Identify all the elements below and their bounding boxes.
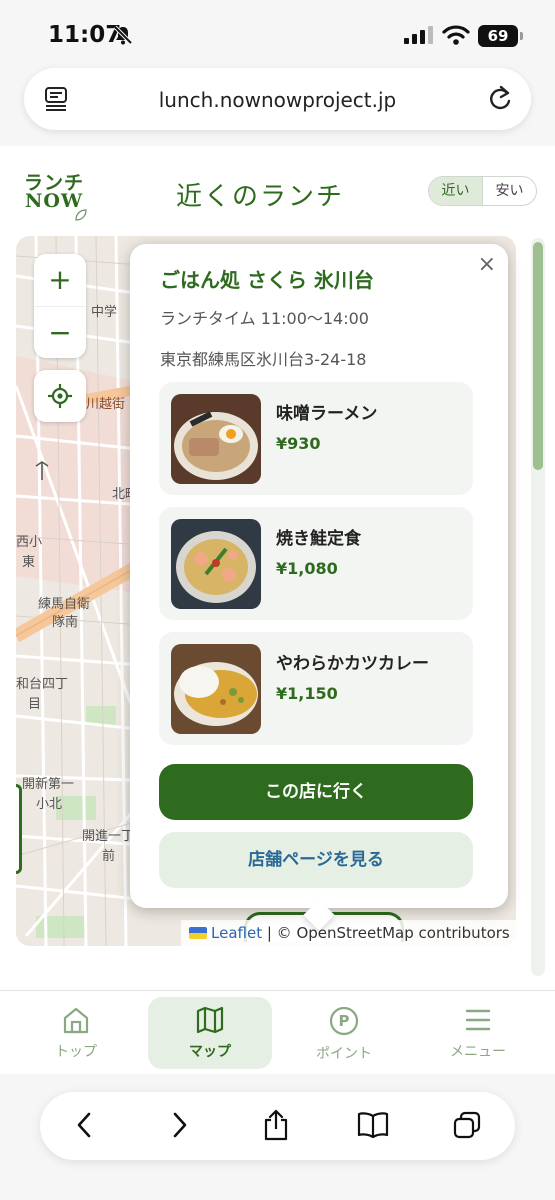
- menu-icon: [465, 1009, 491, 1031]
- shop-popup: × ごはん処 さくら 氷川台 ランチタイム 11:00〜14:00 東京都練馬区…: [130, 244, 508, 931]
- curry-photo: [171, 644, 261, 734]
- browser-toolbar: [0, 1074, 555, 1200]
- dish-price: ¥930: [276, 434, 321, 453]
- sort-near-option[interactable]: 近い: [429, 177, 482, 205]
- tabs-icon[interactable]: [452, 1110, 482, 1140]
- back-icon[interactable]: [74, 1110, 94, 1140]
- map-attribution: Leaflet | © OpenStreetMap contributors: [181, 920, 516, 946]
- osm-attribution[interactable]: | © OpenStreetMap contributors: [267, 924, 510, 942]
- zoom-out-button[interactable]: −: [34, 306, 86, 358]
- menu-item[interactable]: 焼き鮭定食 ¥1,080: [159, 507, 473, 620]
- bookmarks-icon[interactable]: [356, 1110, 390, 1140]
- page-scrollbar[interactable]: [531, 238, 545, 976]
- sort-toggle: 近い 安い: [428, 176, 537, 206]
- nav-label: メニュー: [450, 1044, 506, 1060]
- dish-price: ¥1,150: [276, 684, 338, 703]
- menu-item[interactable]: やわらかカツカレー ¥1,150: [159, 632, 473, 745]
- nav-points[interactable]: P ポイント: [282, 997, 406, 1069]
- status-time: 11:07: [48, 22, 122, 48]
- pasta-photo: [171, 519, 261, 609]
- map-label: 開進一丁: [82, 829, 134, 844]
- bottom-nav: トップ マップ P ポイント メニュー: [0, 990, 555, 1074]
- reload-icon[interactable]: [487, 85, 513, 113]
- nav-top[interactable]: トップ: [14, 997, 138, 1069]
- map-label: 中学: [91, 304, 117, 320]
- map-label: 目: [28, 697, 41, 712]
- ukraine-flag-icon: [189, 927, 207, 939]
- menu-item[interactable]: 味噌ラーメン ¥930: [159, 382, 473, 495]
- forward-icon[interactable]: [170, 1110, 190, 1140]
- map-icon: [196, 1006, 224, 1034]
- wifi-icon: [442, 25, 470, 45]
- shop-name: ごはん処 さくら 氷川台: [160, 268, 374, 292]
- nav-menu[interactable]: メニュー: [416, 997, 540, 1069]
- nav-label: トップ: [55, 1044, 97, 1060]
- scrollbar-thumb[interactable]: [533, 242, 543, 470]
- dish-name: 味噌ラーメン: [276, 404, 378, 424]
- dish-price: ¥1,080: [276, 559, 338, 578]
- leaflet-link[interactable]: Leaflet: [211, 924, 262, 942]
- map-label: 練馬自衛: [38, 597, 90, 612]
- address-bar[interactable]: lunch.nownowproject.jp: [24, 68, 531, 130]
- svg-text:P: P: [339, 1012, 350, 1030]
- share-icon[interactable]: [262, 1108, 290, 1142]
- map-label: 和台四丁: [16, 677, 68, 692]
- nav-label: ポイント: [316, 1046, 372, 1062]
- map-label: 小北: [36, 797, 62, 812]
- shop-hours: ランチタイム 11:00〜14:00: [160, 309, 369, 328]
- sort-cheap-option[interactable]: 安い: [482, 177, 536, 205]
- crosshair-icon: [48, 384, 72, 408]
- nav-map[interactable]: マップ: [148, 997, 272, 1069]
- toolbar-pill: [40, 1092, 515, 1160]
- go-to-shop-button[interactable]: この店に行く: [159, 764, 473, 820]
- status-bar: 11:07 69: [0, 0, 555, 66]
- battery-indicator: 69: [478, 25, 523, 47]
- dish-name: やわらかカツカレー: [276, 654, 429, 674]
- points-icon: P: [329, 1006, 359, 1036]
- lunch-now-logo[interactable]: ランチ NOW: [22, 168, 92, 228]
- shop-marker[interactable]: [16, 784, 22, 874]
- url-text: lunch.nownowproject.jp: [158, 88, 397, 112]
- nav-label: マップ: [189, 1044, 231, 1060]
- page-title: 近くのランチ: [176, 182, 345, 212]
- app-header: ランチ NOW 近くのランチ 近い 安い: [0, 146, 555, 236]
- map-label: 西小: [16, 535, 42, 550]
- zoom-control: + −: [34, 254, 86, 358]
- map-label: 川越街: [86, 397, 125, 412]
- browser-chrome: lunch.nownowproject.jp: [0, 66, 555, 146]
- shop-address: 東京都練馬区氷川台3-24-18: [160, 350, 367, 369]
- ramen-photo: [171, 394, 261, 484]
- shop-page-button[interactable]: 店舗ページを見る: [159, 832, 473, 888]
- silent-bell-icon: [113, 25, 133, 45]
- signal-icon: [404, 26, 433, 44]
- locate-me-button[interactable]: [34, 370, 86, 422]
- map-label: 隊南: [52, 614, 78, 630]
- map-label: 東: [22, 554, 35, 570]
- map-label: 前: [102, 848, 115, 864]
- dish-name: 焼き鮭定食: [276, 529, 361, 549]
- close-icon[interactable]: ×: [478, 252, 496, 277]
- home-icon: [63, 1007, 89, 1034]
- leaf-icon: [75, 209, 87, 221]
- map-label: 開新第一: [22, 776, 74, 792]
- zoom-in-button[interactable]: +: [34, 254, 86, 306]
